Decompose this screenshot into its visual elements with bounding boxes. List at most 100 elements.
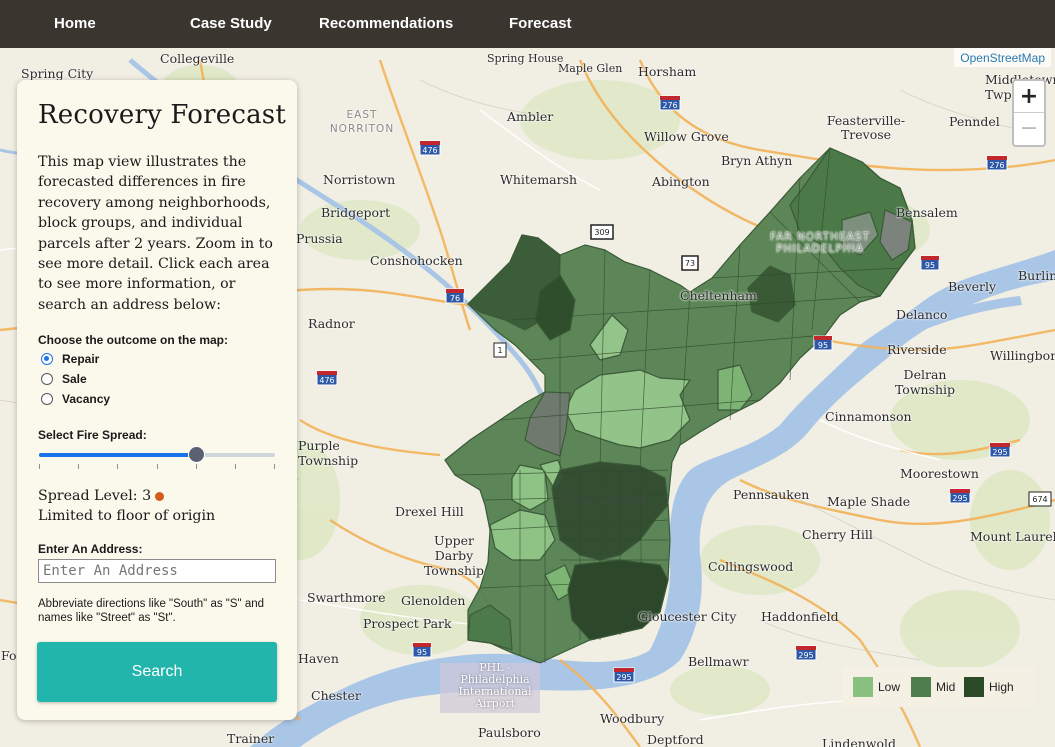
shield-label: 476: [422, 146, 437, 155]
place-label: Burling: [1018, 268, 1055, 283]
place-label: Collingswood: [708, 559, 794, 574]
place-label: Ambler: [507, 109, 554, 124]
shield-label: 73: [685, 259, 695, 268]
zoom-control: + −: [1012, 79, 1046, 147]
legend-label: Low: [878, 680, 901, 694]
nav-case-study[interactable]: Case Study: [190, 0, 272, 48]
nav-recommendations[interactable]: Recommendations: [319, 0, 453, 48]
slider-tick: [39, 464, 40, 469]
legend-label: High: [989, 680, 1014, 694]
radio-label: Sale: [62, 372, 87, 386]
place-label: Cherry Hill: [802, 527, 873, 542]
place-label: Bellmawr: [688, 654, 749, 669]
place-label: Fo: [1, 648, 17, 663]
slider-tick: [78, 464, 79, 469]
place-label: Willow Grove: [644, 129, 729, 144]
legend-swatch: [911, 677, 931, 697]
place-label: Glenolden: [401, 593, 466, 608]
spread-level-text: Spread Level: 3: [38, 488, 152, 504]
place-label: Bensalem: [896, 205, 958, 220]
fire-spread-slider[interactable]: [39, 446, 275, 469]
place-label: Trainer: [227, 731, 275, 746]
radio-label: Vacancy: [62, 392, 111, 406]
spread-label: Select Fire Spread:: [38, 428, 147, 442]
place-label: Whitemarsh: [500, 172, 578, 187]
search-button[interactable]: Search: [37, 642, 277, 702]
map-attribution-link[interactable]: OpenStreetMap: [954, 48, 1051, 67]
place-label: Moorestown: [900, 466, 979, 481]
radio-vacancy[interactable]: Vacancy: [41, 391, 110, 407]
nav-home[interactable]: Home: [54, 0, 96, 48]
shield-label: 76: [450, 294, 460, 303]
address-label: Enter An Address:: [38, 542, 143, 556]
shield-label: 295: [952, 494, 967, 503]
radio-button[interactable]: [41, 373, 53, 385]
place-label: Prospect Park: [363, 616, 452, 631]
place-label: Delran Township: [894, 367, 956, 397]
nav-forecast[interactable]: Forecast: [509, 0, 572, 48]
place-label: Conshohocken: [370, 253, 463, 268]
place-label: Maple Glen: [558, 62, 623, 75]
address-hint: Abbreviate directions like "South" as "S…: [38, 598, 265, 624]
spread-level: Spread Level: 3 Limited to floor of orig…: [38, 486, 215, 526]
radio-button[interactable]: [41, 353, 53, 365]
place-label: Norristown: [323, 172, 396, 187]
slider-tick: [196, 464, 197, 469]
slider-tick: [157, 464, 158, 469]
map-legend: Low Mid High: [842, 667, 1035, 707]
legend-item-low: Low: [853, 677, 900, 697]
zoom-out-button[interactable]: −: [1014, 113, 1044, 144]
place-label: Horsham: [638, 64, 697, 79]
place-label: Woodbury: [600, 711, 665, 726]
place-label: Bryn Athyn: [721, 153, 793, 168]
radio-sale[interactable]: Sale: [41, 371, 87, 387]
place-label: Feasterville-Trevose: [826, 113, 906, 142]
shield-label: 95: [925, 261, 935, 270]
place-label: Cheltenham: [680, 288, 757, 303]
shield-label: 276: [989, 161, 1004, 170]
place-label: Spring House: [487, 52, 564, 65]
outcome-label: Choose the outcome on the map:: [38, 333, 229, 347]
address-input[interactable]: [38, 559, 276, 583]
place-label: Swarthmore: [307, 590, 386, 605]
place-label: Penndel: [949, 114, 1000, 129]
place-label: Haddonfield: [761, 609, 839, 624]
slider-tick: [117, 464, 118, 469]
legend-swatch: [853, 677, 873, 697]
shield-label: 295: [798, 651, 813, 660]
place-label: EAST NORRITON: [329, 109, 395, 135]
zoom-in-button[interactable]: +: [1014, 81, 1044, 113]
radio-repair[interactable]: Repair: [41, 351, 99, 367]
legend-item-high: High: [964, 677, 1014, 697]
place-label: PHL - Philadelphia International Airport: [458, 661, 532, 710]
shield-label: 276: [662, 101, 677, 110]
place-label: Haven: [298, 651, 339, 666]
place-label: Purple Township: [298, 438, 359, 468]
place-label: Gloucester City: [638, 609, 737, 624]
spread-description: Limited to floor of origin: [38, 508, 216, 524]
panel-description: This map view illustrates the forecasted…: [38, 154, 273, 313]
top-nav: Home Case Study Recommendations Forecast: [0, 0, 1055, 48]
place-label: Riverside: [887, 342, 947, 357]
place-label: Philadelphia: [558, 492, 647, 508]
place-label: Maple Shade: [827, 494, 911, 509]
slider-thumb[interactable]: [188, 446, 205, 463]
slider-fill: [39, 453, 196, 457]
spread-color-dot: [155, 491, 165, 501]
place-label: Deptford: [647, 732, 704, 747]
slider-tick: [274, 464, 275, 469]
place-label: Collegeville: [160, 51, 235, 66]
place-label: Lindenwold: [822, 736, 897, 747]
shield-label: 295: [992, 448, 1007, 457]
legend-item-mid: Mid: [911, 677, 955, 697]
place-label: Cinnamonson: [825, 409, 912, 424]
radio-button[interactable]: [41, 393, 53, 405]
place-label: Pennsauken: [733, 487, 810, 502]
shield-label: 1: [497, 346, 502, 355]
place-label: Upper Darby Township: [423, 533, 485, 578]
shield-label: 95: [818, 341, 828, 350]
place-label: Spring City: [21, 66, 94, 81]
place-label: Radnor: [308, 316, 355, 331]
shield-label: 674: [1032, 495, 1047, 504]
place-label: FAR NORTHEAST PHILADELPHIA: [770, 231, 870, 255]
